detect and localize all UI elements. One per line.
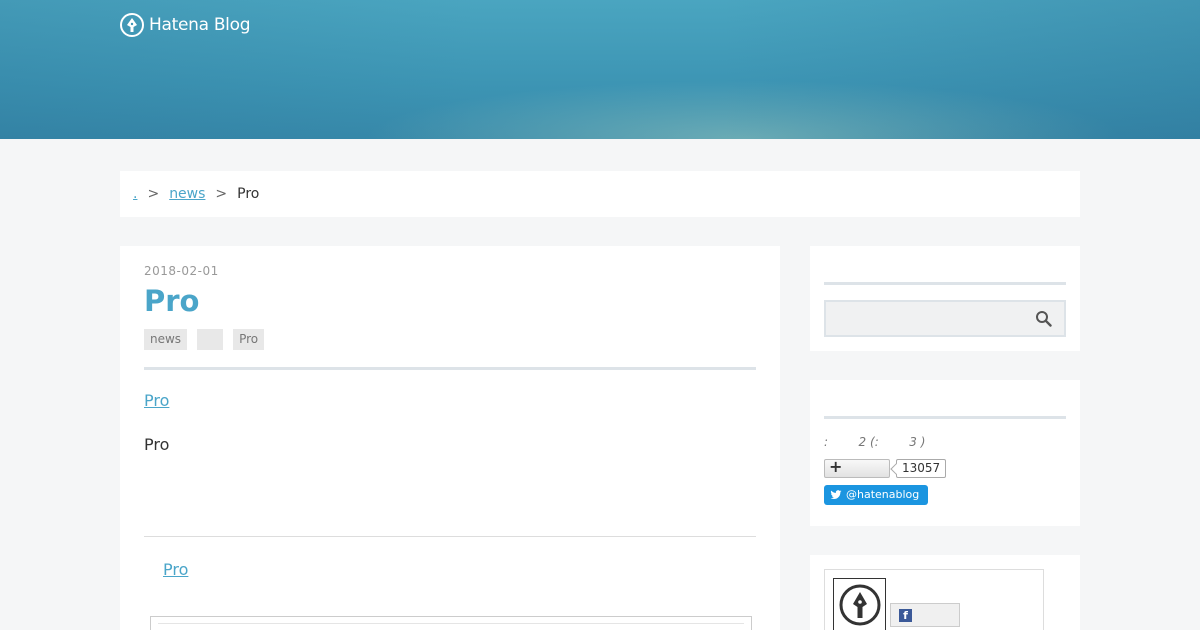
title-divider <box>144 367 756 370</box>
entry-categories: news Pro <box>144 329 265 350</box>
profile-card: f <box>824 569 1044 630</box>
breadcrumb-category-link[interactable]: news <box>169 186 205 202</box>
search-icon[interactable] <box>1035 310 1052 327</box>
twitter-follow-button[interactable]: @hatenablog <box>824 485 928 505</box>
logo-text: Hatena Blog <box>149 15 251 35</box>
embed-card[interactable] <box>150 616 752 630</box>
twitter-handle: @hatenablog <box>846 488 920 501</box>
facebook-share-button[interactable]: f <box>890 603 960 627</box>
entry-title[interactable]: Pro <box>144 284 199 318</box>
content-divider <box>144 536 756 537</box>
entry-article: 2018-02-01 Pro news Pro Pro Pro Pro <box>120 246 780 630</box>
search-input[interactable] <box>824 300 1066 337</box>
entry-body-text: Pro <box>144 435 170 454</box>
entry-body-link[interactable]: Pro <box>144 391 169 410</box>
category-tag[interactable]: Pro <box>233 329 265 350</box>
breadcrumb-separator: > <box>215 186 228 202</box>
bookmark-count[interactable]: 13057 <box>896 459 946 478</box>
sidebar-profile-module: f <box>810 555 1080 630</box>
facebook-icon: f <box>899 609 912 622</box>
breadcrumb-home-link[interactable]: . <box>133 186 137 202</box>
hatena-blog-logo[interactable]: Hatena Blog <box>120 13 251 37</box>
sidebar-about-module: : 2 (: 3 ) + 13057 @hatenablog <box>810 380 1080 526</box>
blog-header: Hatena Blog <box>0 0 1200 139</box>
module-title-divider <box>824 416 1066 419</box>
breadcrumb: . > news > Pro <box>120 171 1080 217</box>
breadcrumb-current: Pro <box>237 186 260 202</box>
related-entry-link[interactable]: Pro <box>163 560 188 579</box>
plus-icon: + <box>829 457 843 476</box>
module-title-divider <box>824 282 1066 285</box>
twitter-bird-icon <box>830 490 842 500</box>
sidebar-search-module <box>810 246 1080 351</box>
entry-date[interactable]: 2018-02-01 <box>144 264 219 278</box>
about-info-text: : 2 (: 3 ) <box>824 435 926 449</box>
pen-nib-icon <box>120 13 144 37</box>
category-tag[interactable]: news <box>144 329 188 350</box>
hatena-bookmark-add-button[interactable]: + <box>824 457 890 478</box>
pen-nib-icon <box>839 584 880 625</box>
breadcrumb-separator: > <box>147 186 160 202</box>
avatar[interactable] <box>833 578 886 630</box>
category-tag[interactable] <box>197 329 224 350</box>
